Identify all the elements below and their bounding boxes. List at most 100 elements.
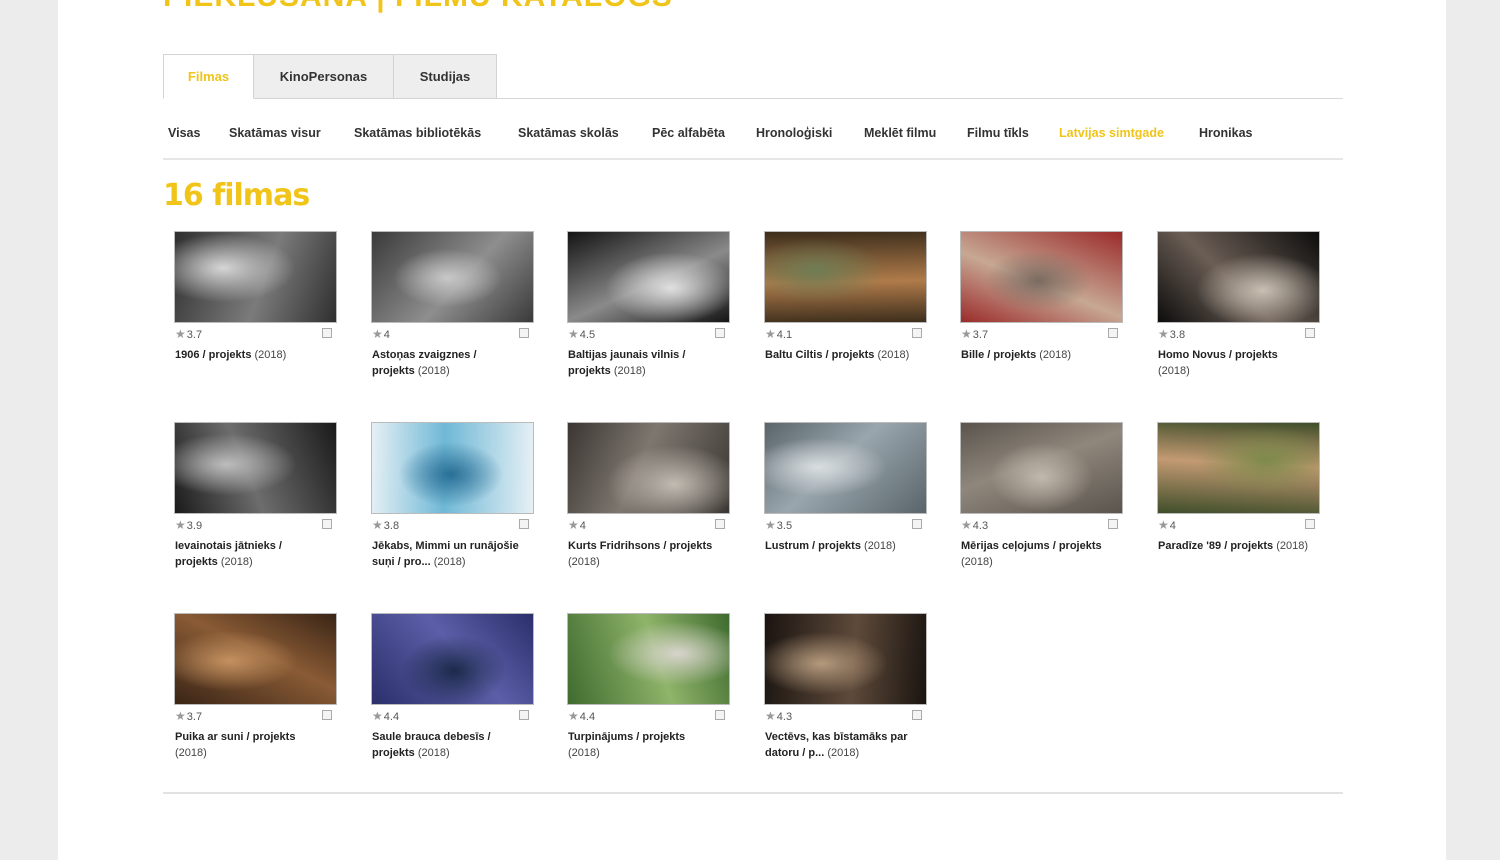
bookmark-checkbox-icon[interactable]: [912, 519, 922, 529]
film-rating-value: 4.4: [579, 711, 596, 723]
tab-kinopersonas[interactable]: KinoPersonas: [254, 54, 394, 99]
film-year: (2018): [1039, 349, 1072, 361]
film-card[interactable]: ★3.5 Lustrum / projekts (2018): [764, 422, 928, 592]
bookmark-checkbox-icon[interactable]: [519, 519, 529, 529]
bookmark-checkbox-icon[interactable]: [1108, 519, 1118, 529]
film-meta: ★4: [371, 327, 535, 347]
subnav-latvijas-simtgade[interactable]: Latvijas simtgade: [1059, 126, 1164, 140]
bookmark-checkbox-icon[interactable]: [912, 328, 922, 338]
film-title[interactable]: Vectēvs, kas bīstamāks par datoru / p...…: [765, 729, 915, 761]
bookmark-checkbox-icon[interactable]: [519, 710, 529, 720]
film-still-bille[interactable]: [960, 231, 1123, 323]
film-rating-value: 4: [579, 520, 586, 532]
film-card[interactable]: ★3.8 Jēkabs, Mimmi un runājošie suņi / pr…: [371, 422, 535, 592]
film-rating: ★3.9: [175, 518, 202, 532]
film-year: (2018): [220, 556, 253, 568]
film-title[interactable]: Mērijas ceļojums / projekts (2018): [961, 538, 1111, 570]
subnav-visas[interactable]: Visas: [168, 126, 200, 140]
bookmark-checkbox-icon[interactable]: [1108, 328, 1118, 338]
film-card[interactable]: ★4 Astoņas zvaigznes / projekts (2018): [371, 231, 535, 401]
subnav-hronologiski[interactable]: Hronoloģiski: [756, 126, 832, 140]
subnav-hronikas[interactable]: Hronikas: [1199, 126, 1253, 140]
film-still-paradize[interactable]: [1157, 422, 1320, 514]
bookmark-checkbox-icon[interactable]: [322, 710, 332, 720]
film-still-jekabs[interactable]: [371, 422, 534, 514]
film-card[interactable]: ★4.3 Vectēvs, kas bīstamāks par datoru / …: [764, 613, 928, 783]
film-still-merijas[interactable]: [960, 422, 1123, 514]
bookmark-checkbox-icon[interactable]: [715, 710, 725, 720]
film-title[interactable]: Jēkabs, Mimmi un runājošie suņi / pro...…: [372, 538, 522, 570]
film-card[interactable]: ★4 Paradīze '89 / projekts (2018): [1157, 422, 1321, 592]
film-title[interactable]: Saule brauca debesīs / projekts (2018): [372, 729, 522, 761]
bookmark-checkbox-icon[interactable]: [322, 519, 332, 529]
tab-studijas[interactable]: Studijas: [394, 54, 497, 99]
star-icon: ★: [175, 709, 186, 723]
film-year: (2018): [568, 556, 600, 568]
film-rating-value: 4: [1169, 520, 1176, 532]
film-card[interactable]: ★4.5 Baltijas jaunais vilnis / projekts (…: [567, 231, 731, 401]
film-card[interactable]: ★4.3 Mērijas ceļojums / projekts (2018): [960, 422, 1124, 592]
bookmark-checkbox-icon[interactable]: [912, 710, 922, 720]
film-meta: ★4.1: [764, 327, 928, 347]
film-still-homo-novus[interactable]: [1157, 231, 1320, 323]
film-meta: ★4.3: [764, 709, 928, 729]
film-still-baltijas[interactable]: [567, 231, 730, 323]
film-card[interactable]: ★4 Kurts Fridrihsons / projekts (2018): [567, 422, 731, 592]
film-still-1906[interactable]: [174, 231, 337, 323]
film-rating-value: 3.8: [1169, 329, 1186, 341]
bookmark-checkbox-icon[interactable]: [519, 328, 529, 338]
film-still-puika[interactable]: [174, 613, 337, 705]
film-year: (2018): [864, 540, 896, 552]
film-card[interactable]: ★4.1 Baltu Ciltis / projekts (2018): [764, 231, 928, 401]
subnav-meklet-filmu[interactable]: Meklēt filmu: [864, 126, 936, 140]
film-card[interactable]: ★3.9 Ievainotais jātnieks / projekts (201…: [174, 422, 338, 592]
subnav-skatamas-skolas[interactable]: Skatāmas skolās: [518, 126, 619, 140]
film-title[interactable]: 1906 / projekts (2018): [175, 347, 325, 363]
film-title[interactable]: Baltijas jaunais vilnis / projekts (2018…: [568, 347, 718, 379]
film-title[interactable]: Lustrum / projekts (2018): [765, 538, 915, 554]
bookmark-checkbox-icon[interactable]: [715, 328, 725, 338]
bookmark-checkbox-icon[interactable]: [1305, 519, 1315, 529]
tab-filmas[interactable]: Filmas: [163, 54, 254, 99]
film-still-vectevs[interactable]: [764, 613, 927, 705]
film-meta: ★4.3: [960, 518, 1124, 538]
star-icon: ★: [175, 327, 186, 341]
subnav-filmu-tikls[interactable]: Filmu tīkls: [967, 126, 1029, 140]
subnav-pec-alfabeta[interactable]: Pēc alfabēta: [652, 126, 725, 140]
film-title[interactable]: Homo Novus / projekts (2018): [1158, 347, 1308, 379]
film-rating-value: 3.9: [186, 520, 203, 532]
film-rating-value: 4.3: [972, 520, 989, 532]
film-card[interactable]: ★3.7 Puika ar suni / projekts (2018): [174, 613, 338, 783]
film-title[interactable]: Turpinājums / projekts (2018): [568, 729, 718, 761]
film-title[interactable]: Paradīze '89 / projekts (2018): [1158, 538, 1308, 554]
film-rating: ★4.1: [765, 327, 792, 341]
film-title[interactable]: Bille / projekts (2018): [961, 347, 1111, 363]
bookmark-checkbox-icon[interactable]: [715, 519, 725, 529]
film-card[interactable]: ★3.8 Homo Novus / projekts (2018): [1157, 231, 1321, 401]
film-title[interactable]: Baltu Ciltis / projekts (2018): [765, 347, 915, 363]
film-rating-value: 4.5: [579, 329, 596, 341]
bookmark-checkbox-icon[interactable]: [1305, 328, 1315, 338]
film-still-ievainotais[interactable]: [174, 422, 337, 514]
film-still-turpinajums[interactable]: [567, 613, 730, 705]
film-card[interactable]: ★4.4 Saule brauca debesīs / projekts (201…: [371, 613, 535, 783]
subnav-skatamas-bibliotekas[interactable]: Skatāmas bibliotēkās: [354, 126, 481, 140]
film-title[interactable]: Astoņas zvaigznes / projekts (2018): [372, 347, 522, 379]
sub-navigation: Visas Skatāmas visur Skatāmas bibliotēkā…: [163, 118, 1343, 160]
film-title[interactable]: Ievainotais jātnieks / projekts (2018): [175, 538, 325, 570]
film-card[interactable]: ★3.7 1906 / projekts (2018): [174, 231, 338, 401]
bookmark-checkbox-icon[interactable]: [322, 328, 332, 338]
film-still-lustrum[interactable]: [764, 422, 927, 514]
film-rating: ★4.3: [765, 709, 792, 723]
film-still-baltu[interactable]: [764, 231, 927, 323]
film-title[interactable]: Kurts Fridrihsons / projekts (2018): [568, 538, 718, 570]
film-title[interactable]: Puika ar suni / projekts (2018): [175, 729, 325, 761]
star-icon: ★: [372, 518, 383, 532]
film-still-astonas[interactable]: [371, 231, 534, 323]
subnav-skatamas-visur[interactable]: Skatāmas visur: [229, 126, 321, 140]
film-still-kurts[interactable]: [567, 422, 730, 514]
film-card[interactable]: ★3.7 Bille / projekts (2018): [960, 231, 1124, 401]
film-card[interactable]: ★4.4 Turpinājums / projekts (2018): [567, 613, 731, 783]
film-still-saule[interactable]: [371, 613, 534, 705]
film-year: (2018): [827, 747, 860, 759]
